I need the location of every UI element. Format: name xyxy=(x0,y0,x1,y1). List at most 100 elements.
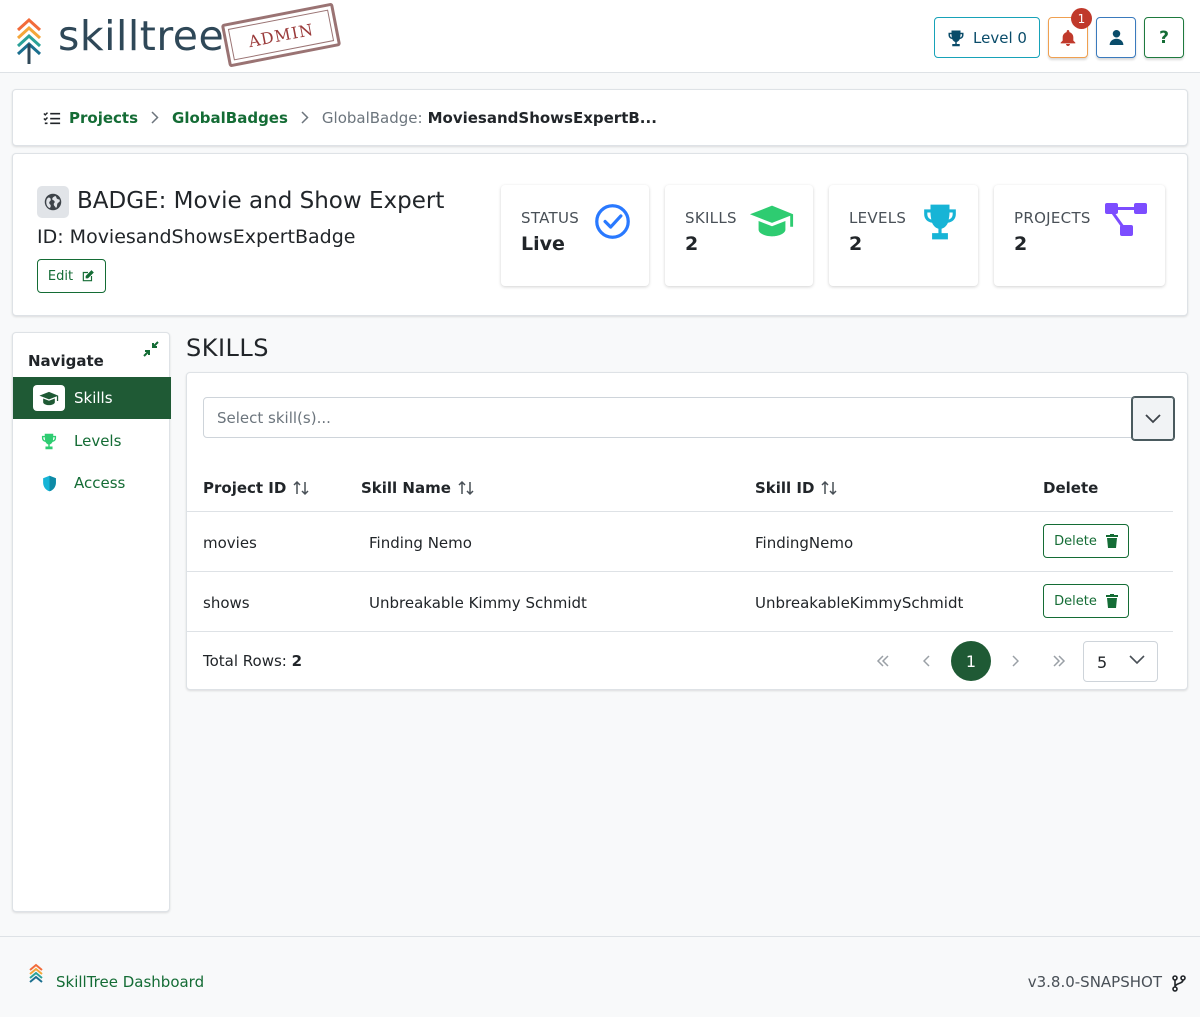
nav-icon-box xyxy=(33,428,65,454)
project-diagram-icon xyxy=(1105,203,1147,236)
column-header-skill-id[interactable]: Skill ID xyxy=(755,479,837,497)
help-button[interactable]: ? xyxy=(1144,17,1184,58)
graduation-cap-icon xyxy=(39,391,59,405)
brand-name: skilltree xyxy=(58,12,225,60)
column-header-label: Skill ID xyxy=(755,479,815,497)
cell-skill-id: UnbreakableKimmySchmidt xyxy=(755,594,964,612)
double-chevron-left-icon xyxy=(876,655,889,667)
sort-icon xyxy=(821,480,837,496)
trophy-icon xyxy=(924,204,956,240)
last-page-button[interactable] xyxy=(1039,641,1079,681)
section-title: SKILLS xyxy=(186,334,270,362)
list-check-icon xyxy=(43,111,61,124)
cell-project-id: shows xyxy=(203,594,250,612)
graduation-cap-icon xyxy=(749,205,794,237)
status-stat-card: STATUS Live xyxy=(501,185,649,286)
edit-label: Edit xyxy=(47,268,74,284)
app-header: skilltree ADMIN Level 0 1 ? xyxy=(0,0,1200,73)
rows-per-page-select[interactable]: 5 xyxy=(1083,641,1158,682)
skill-select-placeholder: Select skill(s)... xyxy=(217,409,331,427)
stat-label: STATUS xyxy=(521,209,580,227)
collapse-icon[interactable] xyxy=(143,341,159,357)
nav-title: Navigate xyxy=(28,352,104,370)
user-menu-button[interactable] xyxy=(1096,17,1136,58)
nav-item-label: Access xyxy=(74,474,126,492)
nav-item-label: Skills xyxy=(74,389,113,407)
footer-title[interactable]: SkillTree Dashboard xyxy=(56,973,204,991)
delete-button[interactable]: Delete xyxy=(1043,584,1129,618)
breadcrumb-globalbadges-link[interactable]: GlobalBadges xyxy=(172,109,288,127)
table-divider xyxy=(187,571,1173,572)
bell-icon xyxy=(1060,29,1076,46)
table-divider xyxy=(187,511,1173,512)
user-icon xyxy=(1109,30,1123,45)
stat-value: 2 xyxy=(685,233,699,255)
nav-item-access[interactable]: Access xyxy=(13,462,171,504)
delete-button[interactable]: Delete xyxy=(1043,524,1129,558)
levels-stat-card: LEVELS 2 xyxy=(829,185,978,286)
double-chevron-right-icon xyxy=(1053,655,1066,667)
total-rows-value: 2 xyxy=(291,652,303,670)
app-footer: SkillTree Dashboard v3.8.0-SNAPSHOT xyxy=(0,936,1200,1017)
prev-page-button[interactable] xyxy=(907,641,947,681)
code-branch-icon xyxy=(1172,975,1186,992)
nav-item-levels[interactable]: Levels xyxy=(13,420,171,462)
breadcrumb-current-value: MoviesandShowsExpertB... xyxy=(427,108,657,127)
column-header-label: Project ID xyxy=(203,479,287,497)
nav-icon-box xyxy=(33,385,65,411)
column-header-project-id[interactable]: Project ID xyxy=(203,479,309,497)
sort-icon xyxy=(458,480,474,496)
stat-label: PROJECTS xyxy=(1014,209,1091,227)
level-button[interactable]: Level 0 xyxy=(934,17,1040,58)
page-1-button[interactable]: 1 xyxy=(951,641,991,681)
trophy-icon xyxy=(41,433,57,449)
delete-label: Delete xyxy=(1054,593,1097,609)
stat-label: LEVELS xyxy=(849,209,907,227)
breadcrumb-current-prefix: GlobalBadge: xyxy=(321,108,423,127)
total-rows-label: Total Rows: xyxy=(203,652,287,670)
badge-title: BADGE: Movie and Show Expert xyxy=(77,188,445,214)
navigation-panel: Navigate Skills Levels Access xyxy=(12,332,171,912)
notification-count-badge: 1 xyxy=(1071,8,1092,29)
skill-select-dropdown-button[interactable] xyxy=(1131,396,1175,441)
projects-stat-card: PROJECTS 2 xyxy=(994,185,1165,286)
cell-skill-name[interactable]: Unbreakable Kimmy Schmidt xyxy=(369,594,587,612)
skill-select[interactable]: Select skill(s)... xyxy=(203,396,1175,441)
first-page-button[interactable] xyxy=(863,641,903,681)
nav-item-skills[interactable]: Skills xyxy=(13,377,171,419)
skills-card: Select skill(s)... Project ID Skill Name… xyxy=(186,372,1188,690)
trophy-icon xyxy=(948,30,964,46)
badge-header-card: BADGE: Movie and Show Expert ID: Moviesa… xyxy=(12,153,1188,316)
chevron-right-icon xyxy=(1012,655,1019,667)
breadcrumb-projects-link[interactable]: Projects xyxy=(69,109,138,127)
shield-icon xyxy=(42,475,56,491)
stat-value: 2 xyxy=(1014,233,1028,255)
level-label: Level 0 xyxy=(973,28,1027,47)
sort-icon xyxy=(293,480,309,496)
breadcrumb: Projects GlobalBadges GlobalBadge: Movie… xyxy=(12,89,1188,146)
cell-skill-id: FindingNemo xyxy=(755,534,854,552)
badge-id: ID: MoviesandShowsExpertBadge xyxy=(37,226,356,248)
check-circle-icon xyxy=(595,204,630,239)
stat-label: SKILLS xyxy=(685,209,737,227)
chevron-left-icon xyxy=(923,655,930,667)
edit-icon xyxy=(82,270,94,282)
total-rows: Total Rows: 2 xyxy=(203,652,302,670)
column-header-label: Skill Name xyxy=(361,479,451,497)
next-page-button[interactable] xyxy=(995,641,1035,681)
globe-icon xyxy=(44,193,62,211)
column-header-label: Delete xyxy=(1043,479,1099,497)
cell-skill-name[interactable]: Finding Nemo xyxy=(369,534,472,552)
stat-value: Live xyxy=(521,233,565,255)
column-header-skill-name[interactable]: Skill Name xyxy=(361,479,474,497)
table-divider xyxy=(187,631,1173,632)
chevron-right-icon xyxy=(301,111,309,124)
app-version: v3.8.0-SNAPSHOT xyxy=(1027,973,1162,991)
skilltree-logo-icon xyxy=(29,963,43,983)
column-header-delete: Delete xyxy=(1043,479,1098,497)
rows-per-page-value: 5 xyxy=(1097,653,1108,672)
skills-stat-card: SKILLS 2 xyxy=(665,185,813,286)
nav-icon-box xyxy=(33,470,65,496)
edit-badge-button[interactable]: Edit xyxy=(37,259,106,293)
trash-icon xyxy=(1105,594,1118,608)
